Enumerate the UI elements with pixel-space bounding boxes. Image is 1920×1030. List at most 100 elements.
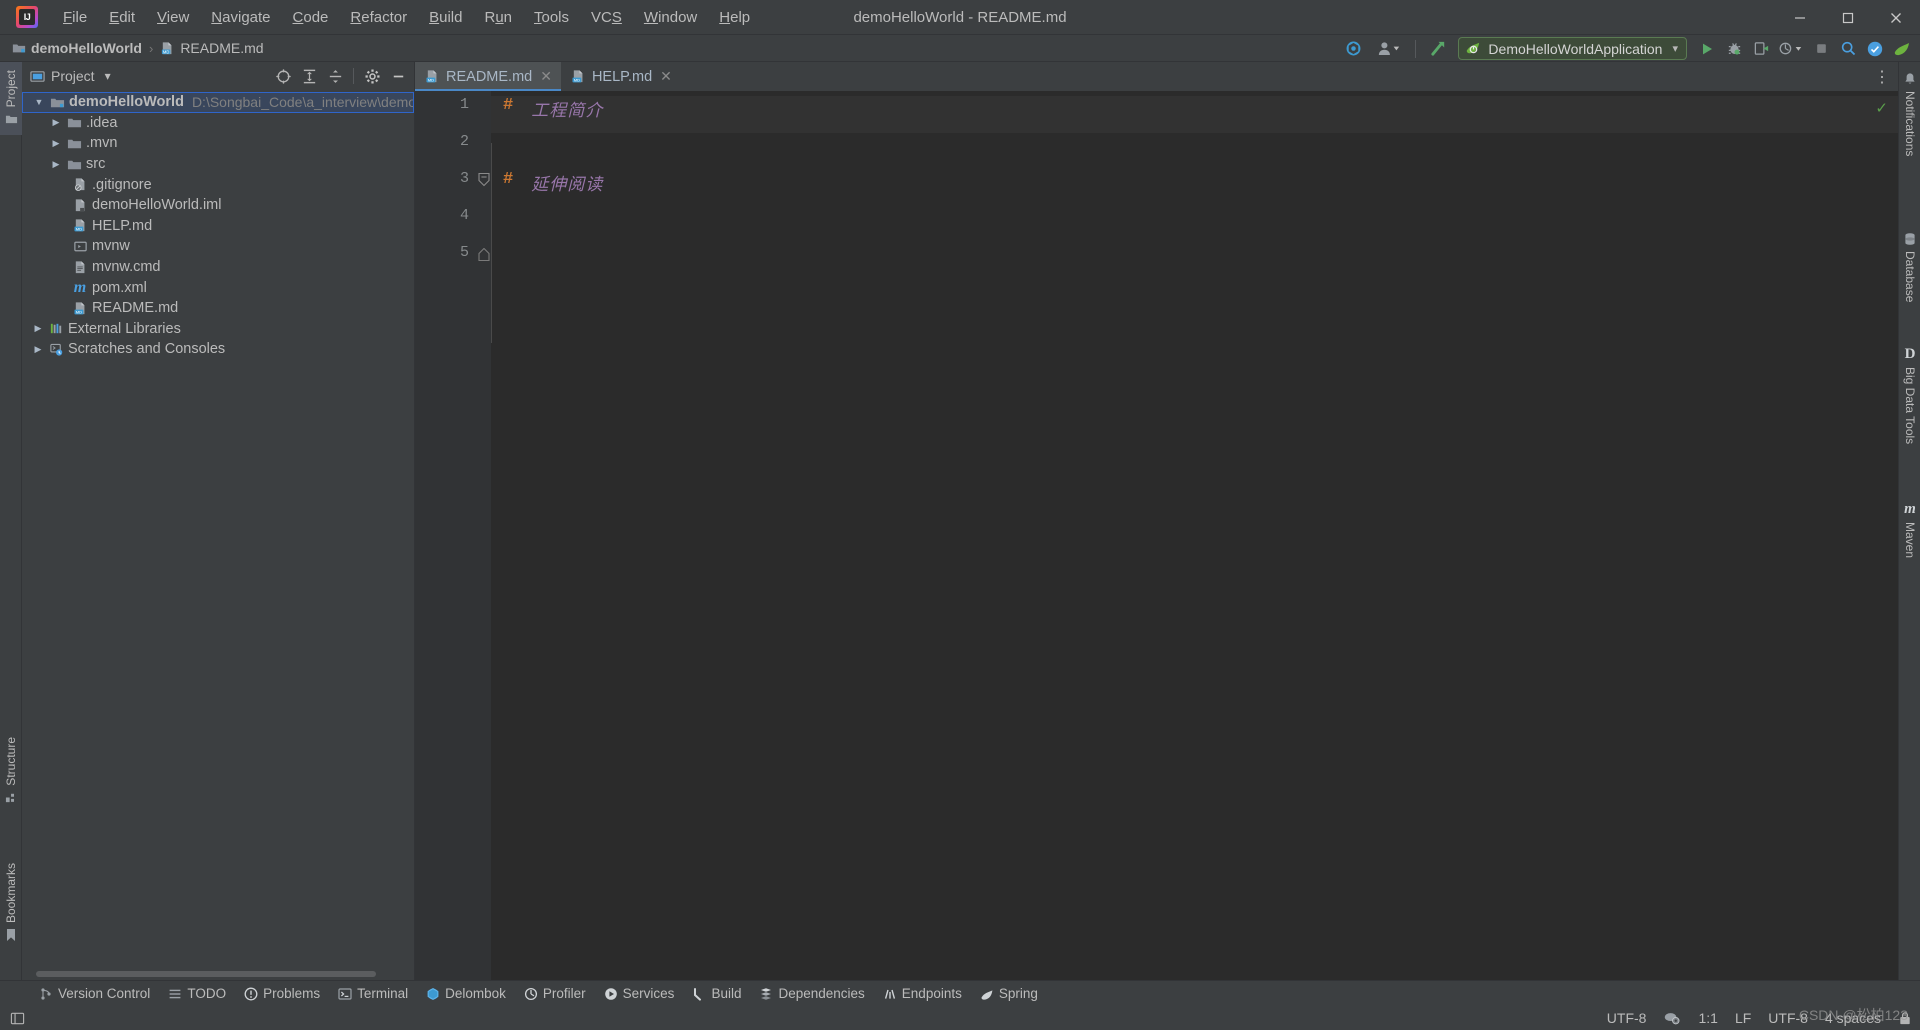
hide-panel-icon[interactable] <box>386 65 410 88</box>
tool-window-terminal[interactable]: Terminal <box>329 984 417 1003</box>
menu-help[interactable]: Help <box>708 5 761 30</box>
breadcrumb-project[interactable]: demoHelloWorld <box>12 40 142 56</box>
editor-tab-readme-md[interactable]: MD README.md ✕ <box>415 62 561 91</box>
tree-row-mvn[interactable]: ▶ .mvn <box>22 133 414 154</box>
maximize-button[interactable] <box>1824 0 1872 35</box>
more-options-icon[interactable]: ⋮ <box>1870 65 1894 88</box>
menu-tools[interactable]: Tools <box>523 5 580 30</box>
status-indent[interactable]: 4 spaces <box>1825 1010 1881 1026</box>
tree-row-pom-xml[interactable]: m pom.xml <box>22 277 414 298</box>
code-line-4[interactable] <box>491 207 1898 244</box>
tree-row-mvnw-cmd[interactable]: mvnw.cmd <box>22 257 414 278</box>
editor-content[interactable]: 1 2 3 4 5 # 工程简介 # 延伸阅读 ✓ <box>415 91 1898 980</box>
minimize-button[interactable] <box>1776 0 1824 35</box>
tool-window-endpoints[interactable]: Endpoints <box>874 984 971 1003</box>
tree-row-idea[interactable]: ▶ .idea <box>22 113 414 134</box>
code-line-3[interactable]: # 延伸阅读 <box>491 170 1898 207</box>
search-icon[interactable] <box>1836 37 1860 60</box>
chevron-collapsed-icon[interactable]: ▶ <box>48 159 64 170</box>
tool-window-dependencies[interactable]: Dependencies <box>750 984 873 1003</box>
menu-window[interactable]: Window <box>633 5 708 30</box>
expand-all-icon[interactable] <box>297 65 321 88</box>
sidebar-item-bookmarks[interactable]: Bookmarks <box>0 855 22 950</box>
inspection-status-badge[interactable]: ✓ <box>1875 99 1888 117</box>
tree-row-scratches-and-consoles[interactable]: ▶ Scratches and Consoles <box>22 339 414 360</box>
readonly-toggle-icon[interactable] <box>1898 1011 1912 1026</box>
ide-notifications-icon[interactable] <box>1863 37 1887 60</box>
code-line-1[interactable]: # 工程简介 <box>491 96 1898 133</box>
more-run-options-button[interactable] <box>1776 37 1806 60</box>
updates-available-icon[interactable] <box>1426 37 1450 60</box>
menu-refactor[interactable]: Refactor <box>339 5 418 30</box>
sidebar-item-structure[interactable]: Structure <box>0 729 22 812</box>
tree-row-gitignore[interactable]: .gitignore <box>22 174 414 195</box>
status-file-encoding[interactable]: UTF-8 <box>1768 1010 1808 1026</box>
tool-window-spring[interactable]: Spring <box>971 984 1047 1003</box>
editor-fold-column[interactable] <box>477 91 491 980</box>
menu-build[interactable]: Build <box>418 5 473 30</box>
status-encoding[interactable]: UTF-8 <box>1607 1010 1647 1026</box>
status-caret-position[interactable]: 1:1 <box>1698 1010 1717 1026</box>
tool-window-services[interactable]: Services <box>595 984 684 1003</box>
menu-edit[interactable]: Edit <box>98 5 146 30</box>
select-opened-file-icon[interactable] <box>271 65 295 88</box>
chevron-expanded-icon[interactable]: ▼ <box>31 97 47 107</box>
menu-file[interactable]: FFileile <box>52 5 98 30</box>
run-button[interactable] <box>1695 37 1719 60</box>
chevron-collapsed-icon[interactable]: ▶ <box>30 344 46 355</box>
editor-gutter[interactable]: 1 2 3 4 5 <box>415 91 477 980</box>
run-with-coverage-button[interactable] <box>1749 37 1773 60</box>
tool-window-delombok[interactable]: Delombok <box>417 984 515 1003</box>
tree-row-mvnw[interactable]: mvnw <box>22 236 414 257</box>
menu-view[interactable]: View <box>146 5 200 30</box>
show-hide-toolwindows-icon[interactable] <box>6 1007 28 1030</box>
tool-window-profiler[interactable]: Profiler <box>515 984 595 1003</box>
ide-settings-icon[interactable] <box>1890 37 1914 60</box>
sidebar-item-project[interactable]: Project <box>0 62 22 136</box>
stop-button[interactable] <box>1809 37 1833 60</box>
run-configuration-selector[interactable]: DemoHelloWorldApplication ▾ <box>1458 37 1687 60</box>
tool-window-build[interactable]: Build <box>683 984 750 1003</box>
settings-gear-icon[interactable] <box>360 65 384 88</box>
menu-navigate[interactable]: Navigate <box>200 5 281 30</box>
chevron-down-icon[interactable]: ▾ <box>105 69 111 83</box>
status-line-separator[interactable]: LF <box>1735 1010 1751 1026</box>
inspections-widget-icon[interactable] <box>1663 1010 1681 1026</box>
sidebar-item-notifications[interactable]: Notifications <box>1899 72 1920 156</box>
fold-collapse-icon[interactable] <box>477 172 491 188</box>
scrollbar-thumb[interactable] <box>36 971 376 977</box>
editor-tab-help-md[interactable]: MD HELP.md ✕ <box>561 62 681 91</box>
sidebar-item-maven[interactable]: m Maven <box>1899 502 1920 559</box>
menu-vcs[interactable]: VCS <box>580 5 633 30</box>
tree-row-readme-md[interactable]: MD README.md <box>22 298 414 319</box>
code-line-5[interactable] <box>491 244 1898 281</box>
close-icon[interactable]: ✕ <box>660 68 672 85</box>
account-icon[interactable] <box>1373 37 1405 60</box>
editor-text[interactable]: # 工程简介 # 延伸阅读 ✓ <box>491 91 1898 980</box>
tree-row-project-root[interactable]: ▼ demoHelloWorld D:\Songbai_Code\a_inter… <box>22 92 414 113</box>
chevron-collapsed-icon[interactable]: ▶ <box>30 323 46 334</box>
collapse-all-icon[interactable] <box>323 65 347 88</box>
tree-row-external-libraries[interactable]: ▶ External Libraries <box>22 319 414 340</box>
project-tree[interactable]: ▼ demoHelloWorld D:\Songbai_Code\a_inter… <box>22 90 414 968</box>
tool-window-todo[interactable]: TODO <box>159 984 235 1003</box>
tree-row-help-md[interactable]: MD HELP.md <box>22 216 414 237</box>
chevron-collapsed-icon[interactable]: ▶ <box>48 138 64 149</box>
chevron-down-icon[interactable]: ▾ <box>1672 42 1678 55</box>
tree-row-src[interactable]: ▶ src <box>22 154 414 175</box>
breadcrumb-file[interactable]: MD README.md <box>160 40 264 56</box>
search-everywhere-settings-icon[interactable] <box>1341 37 1365 60</box>
menu-code[interactable]: Code <box>282 5 340 30</box>
fold-end-icon[interactable] <box>477 248 491 262</box>
tree-row-iml[interactable]: demoHelloWorld.iml <box>22 195 414 216</box>
code-line-2[interactable] <box>491 133 1898 170</box>
chevron-collapsed-icon[interactable]: ▶ <box>48 117 64 128</box>
tool-window-problems[interactable]: Problems <box>235 984 329 1003</box>
project-tree-horizontal-scrollbar[interactable] <box>22 968 414 980</box>
menu-run[interactable]: Run <box>473 5 523 30</box>
close-icon[interactable]: ✕ <box>540 68 552 85</box>
tool-window-version-control[interactable]: Version Control <box>30 984 159 1003</box>
sidebar-item-big-data-tools[interactable]: D Big Data Tools <box>1899 347 1920 445</box>
debug-button[interactable] <box>1722 37 1746 60</box>
close-button[interactable] <box>1872 0 1920 35</box>
